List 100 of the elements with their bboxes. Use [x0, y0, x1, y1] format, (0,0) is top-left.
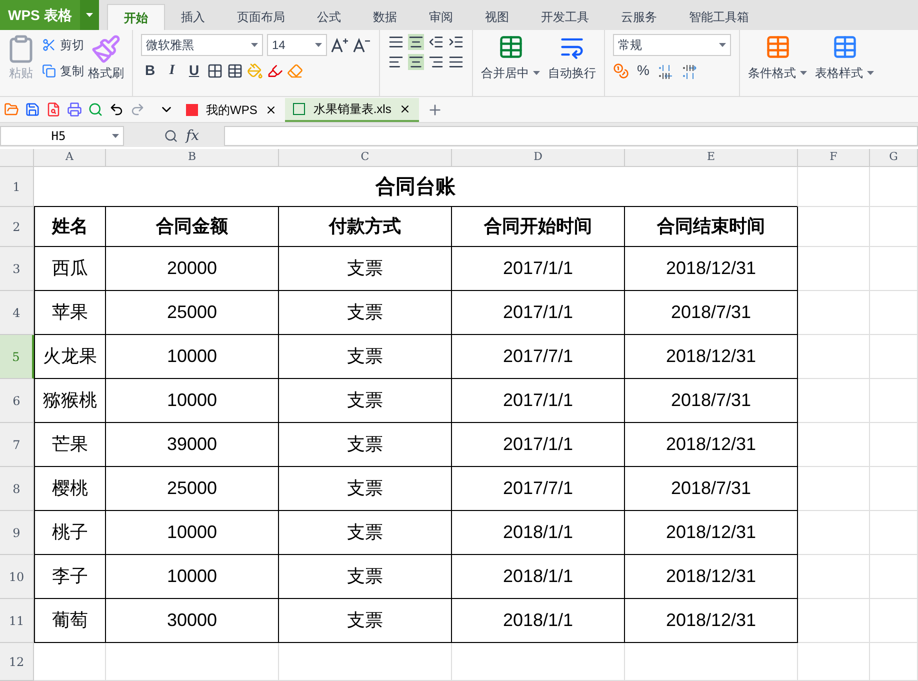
- empty-cell: [870, 555, 918, 599]
- row-header[interactable]: 11: [0, 599, 34, 643]
- format-painter-button[interactable]: 格式刷: [88, 34, 124, 82]
- align-middle-icon[interactable]: [408, 34, 424, 50]
- table-cell: 2017/1/1: [452, 423, 625, 467]
- align-right-icon[interactable]: [428, 54, 444, 70]
- empty-cell: [798, 555, 870, 599]
- sheet-title: 合同台账: [34, 167, 798, 207]
- table-cell: 2018/12/31: [625, 599, 798, 643]
- close-icon[interactable]: [399, 103, 412, 115]
- document-tab[interactable]: 我的WPS: [178, 98, 286, 122]
- ribbon-tab[interactable]: 审阅: [412, 4, 469, 30]
- column-header[interactable]: E: [625, 149, 798, 167]
- column-header[interactable]: F: [798, 149, 870, 167]
- caret-icon: [251, 43, 258, 47]
- table-cell: 桃子: [34, 511, 106, 555]
- copy-button[interactable]: 复制: [42, 60, 84, 82]
- ribbon-tab[interactable]: 开始: [106, 4, 165, 30]
- ribbon-tab[interactable]: 公式: [300, 4, 357, 30]
- ribbon-tab[interactable]: 云服务: [604, 4, 673, 30]
- print-icon[interactable]: [67, 102, 82, 117]
- ribbon-tab[interactable]: 数据: [356, 4, 413, 30]
- row-header[interactable]: 12: [0, 643, 34, 681]
- merge-center-button[interactable]: 合并居中: [481, 34, 540, 96]
- indent-icon[interactable]: [448, 34, 464, 50]
- align-center-icon[interactable]: [408, 54, 424, 70]
- decrease-font-icon[interactable]: [353, 37, 371, 53]
- row-header[interactable]: 7: [0, 423, 34, 467]
- column-header[interactable]: G: [870, 149, 918, 167]
- outdent-icon[interactable]: [428, 34, 444, 50]
- save-icon[interactable]: [25, 102, 40, 117]
- column-header[interactable]: D: [452, 149, 625, 167]
- table-cell: 10000: [106, 555, 279, 599]
- conditional-format-button[interactable]: 条件格式: [748, 34, 807, 96]
- ribbon-tab[interactable]: 视图: [468, 4, 525, 30]
- table-cell: 2018/7/31: [625, 467, 798, 511]
- row-header[interactable]: 3: [0, 247, 34, 291]
- zoom-icon[interactable]: [164, 129, 178, 143]
- open-icon[interactable]: [4, 102, 19, 117]
- row-header[interactable]: 8: [0, 467, 34, 511]
- row-header[interactable]: 2: [0, 207, 34, 247]
- row-header[interactable]: 4: [0, 291, 34, 335]
- formula-input[interactable]: [224, 126, 918, 146]
- currency-icon[interactable]: [613, 62, 629, 78]
- document-tab[interactable]: 水果销量表.xls: [285, 98, 420, 122]
- undo-icon[interactable]: [109, 102, 124, 117]
- caret-icon: [533, 71, 540, 75]
- align-top-icon[interactable]: [388, 34, 404, 50]
- ribbon-tab[interactable]: 页面布局: [220, 4, 301, 30]
- empty-cell: [870, 335, 918, 379]
- table-cell: 30000: [106, 599, 279, 643]
- row-header[interactable]: 1: [0, 167, 34, 207]
- scissors-icon: [42, 38, 56, 52]
- cell-style-icon[interactable]: [227, 62, 243, 78]
- font-style-button[interactable]: B: [141, 60, 159, 81]
- fill-color-icon[interactable]: [247, 62, 263, 78]
- app-menu-dropdown[interactable]: [80, 0, 99, 30]
- function-label[interactable]: fx: [186, 126, 216, 146]
- close-icon[interactable]: [265, 104, 278, 116]
- name-box[interactable]: H5: [0, 126, 124, 146]
- table-style-button[interactable]: 表格样式: [815, 34, 874, 96]
- table-cell: 支票: [279, 511, 452, 555]
- ribbon-tab[interactable]: 智能工具箱: [672, 4, 765, 30]
- font-name-dropdown[interactable]: 微软雅黑: [141, 34, 263, 56]
- column-header[interactable]: C: [279, 149, 452, 167]
- percent-button[interactable]: %: [637, 60, 650, 81]
- font-color-icon[interactable]: [267, 62, 283, 78]
- row-header[interactable]: 6: [0, 379, 34, 423]
- empty-cell: [798, 511, 870, 555]
- empty-cell: [870, 423, 918, 467]
- cut-button[interactable]: 剪切: [42, 34, 84, 56]
- table-cell: 2018/12/31: [625, 423, 798, 467]
- table-cell: 2018/12/31: [625, 335, 798, 379]
- copy-icon: [42, 64, 56, 78]
- empty-cell: [798, 207, 870, 247]
- column-header[interactable]: A: [34, 149, 106, 167]
- column-header[interactable]: B: [106, 149, 279, 167]
- export-icon[interactable]: [46, 102, 61, 117]
- borders-icon[interactable]: [207, 62, 223, 78]
- number-format-dropdown[interactable]: 常规: [613, 34, 731, 56]
- ribbon-tab[interactable]: 开发工具: [524, 4, 605, 30]
- empty-cell: [798, 247, 870, 291]
- empty-cell: [870, 643, 918, 681]
- ribbon-tab[interactable]: 插入: [164, 4, 221, 30]
- column-heading-cell: 合同结束时间: [625, 207, 798, 247]
- table-cell: 支票: [279, 335, 452, 379]
- row-header[interactable]: 5: [0, 335, 34, 379]
- wrap-text-button[interactable]: 自动换行: [548, 34, 596, 96]
- increase-font-icon[interactable]: [331, 37, 349, 53]
- row-header[interactable]: 9: [0, 511, 34, 555]
- preview-icon[interactable]: [88, 102, 103, 117]
- distribute-icon[interactable]: [448, 54, 464, 70]
- align-left-icon[interactable]: [388, 54, 404, 70]
- empty-cell: [870, 207, 918, 247]
- table-cell: 支票: [279, 467, 452, 511]
- font-style-button[interactable]: I: [163, 60, 181, 81]
- font-style-button[interactable]: U: [185, 60, 203, 81]
- font-size-dropdown[interactable]: 14: [267, 34, 327, 56]
- caret-icon: [800, 71, 807, 75]
- row-header[interactable]: 10: [0, 555, 34, 599]
